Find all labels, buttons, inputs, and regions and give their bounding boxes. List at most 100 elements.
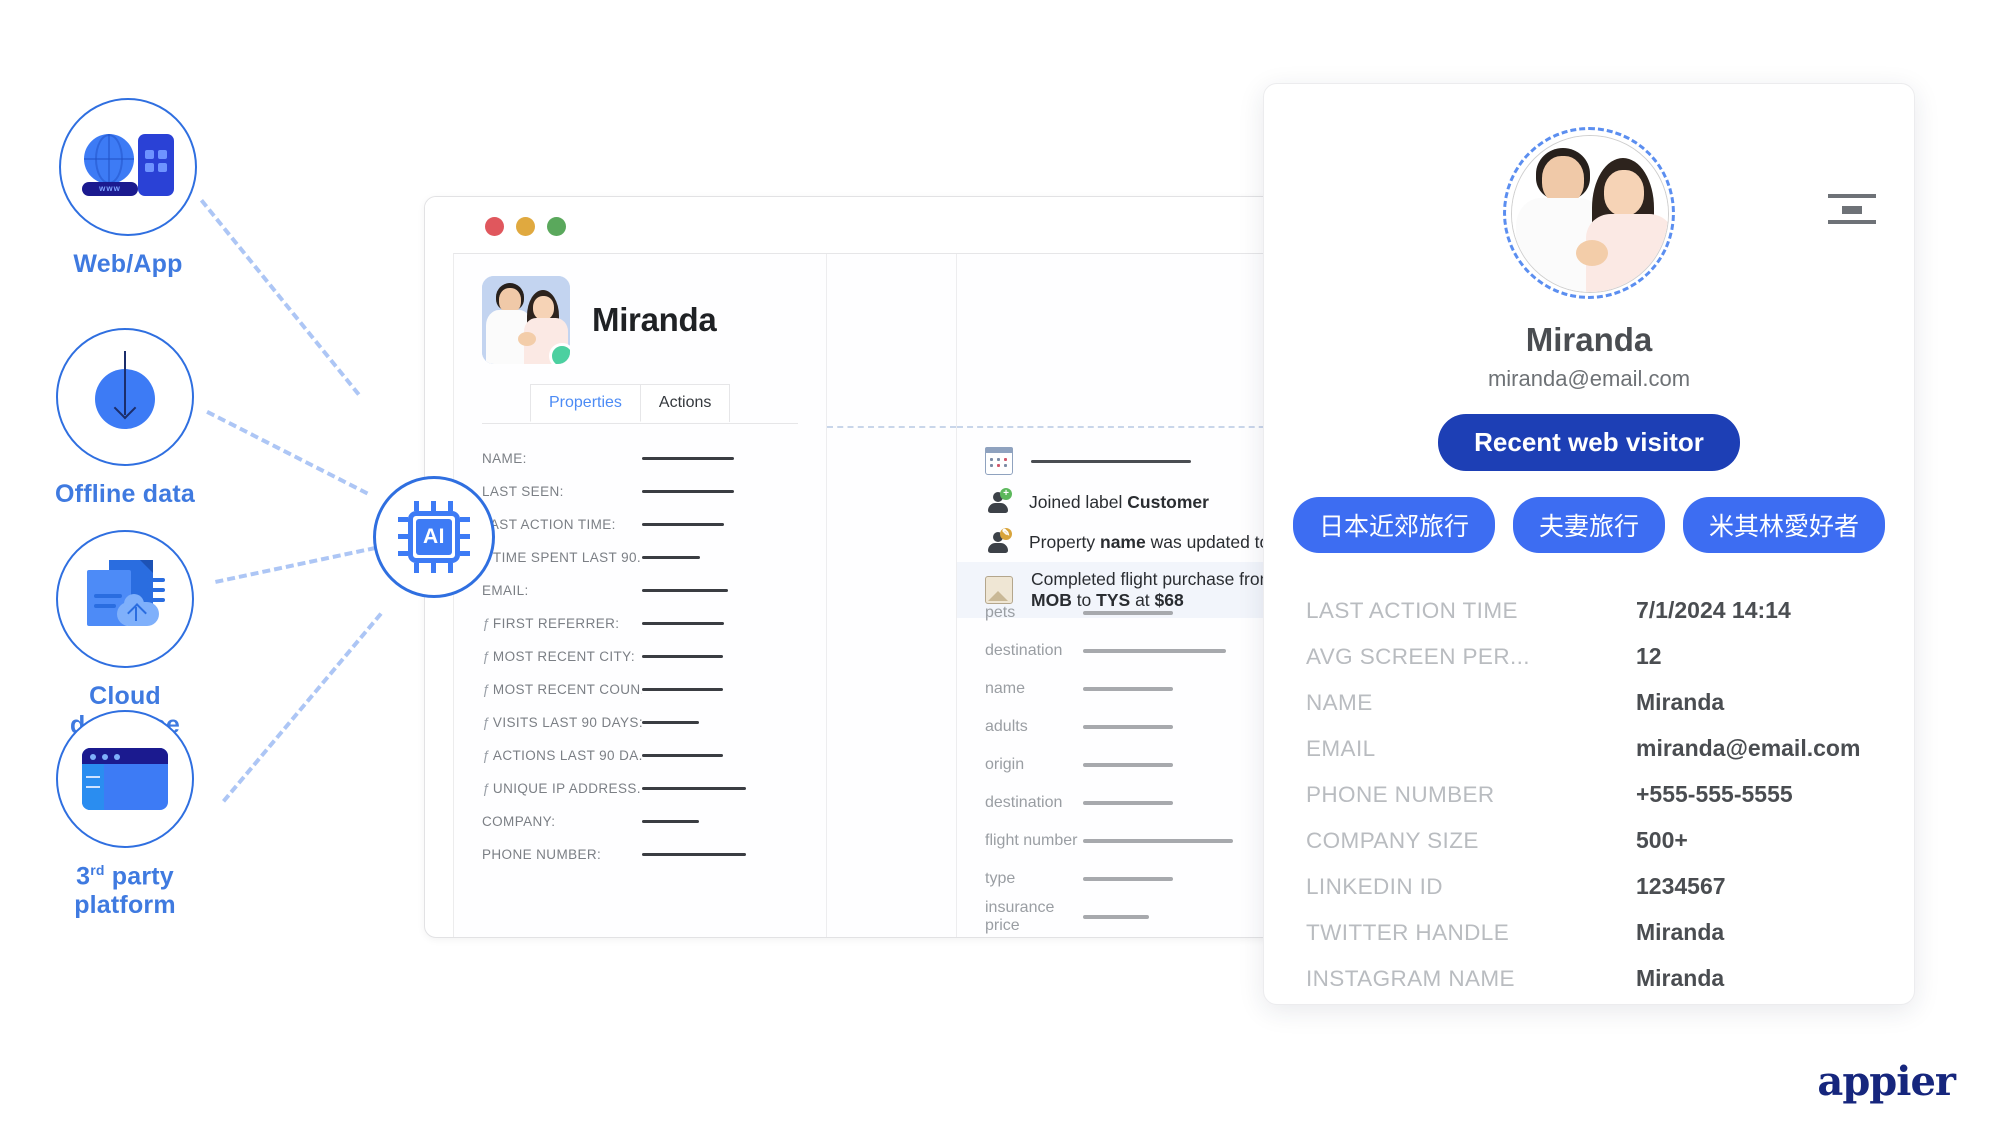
attribute-key: PHONE NUMBER: [1306, 782, 1495, 807]
source-web-app[interactable]: www Web/App: [18, 98, 238, 279]
property-row: ƒ FIRST REFERRER:: [482, 607, 808, 640]
source-cloud-database[interactable]: Cloud database: [15, 530, 235, 740]
tag-list: 日本近郊旅行 夫妻旅行 米其林愛好者: [1264, 497, 1914, 553]
activity-text: Property name was updated to: [1029, 531, 1270, 552]
attribute-value: 12: [1636, 643, 1662, 669]
detail-value-redacted: [1083, 763, 1173, 767]
property-key: LAST ACTION TIME:: [482, 517, 616, 532]
card-name: Miranda: [1525, 321, 1653, 358]
property-value-redacted: [642, 820, 699, 823]
property-value-redacted: [642, 622, 724, 625]
avatar: [482, 276, 570, 364]
property-value-redacted: [642, 523, 724, 526]
function-icon: ƒ: [482, 715, 490, 730]
property-value-redacted: [642, 787, 746, 790]
browser-viewport: Miranda Properties Actions NAME: LAST SE…: [453, 253, 1305, 937]
detail-value-redacted: [1083, 801, 1173, 805]
third-party-line1-rest: party: [104, 862, 174, 891]
avatar-image: [1511, 135, 1669, 293]
attribute-value: Miranda: [1636, 689, 1725, 715]
list-item[interactable]: + Joined label Customer: [957, 482, 1305, 522]
tab-actions[interactable]: Actions: [640, 384, 731, 422]
property-row: COMPANY:: [482, 805, 808, 838]
function-icon: ƒ: [482, 616, 490, 631]
property-row: ƒ MOST RECENT CITY:: [482, 640, 808, 673]
detail-row: type: [957, 860, 1293, 898]
attribute-value: 500+: [1636, 827, 1688, 853]
source-label-offline-data: Offline data: [55, 480, 195, 508]
profile-header: Miranda: [454, 254, 826, 364]
profile-card: Miranda miranda@email.com Recent web vis…: [1263, 83, 1915, 1005]
table-row: COMPANY SIZE 500+: [1306, 827, 1872, 873]
detail-value-redacted: [1083, 877, 1173, 881]
attribute-value: Miranda: [1636, 919, 1725, 945]
attribute-key: LAST ACTION TIME: [1306, 598, 1518, 623]
property-row: LAST SEEN:: [482, 475, 808, 508]
download-disc-icon: [83, 351, 167, 439]
detail-key: origin: [985, 755, 1025, 773]
property-key: ƒ MOST RECENT COUN...: [482, 682, 642, 697]
tag-item[interactable]: 米其林愛好者: [1683, 497, 1886, 553]
ai-chip-icon: AI: [398, 501, 470, 573]
activity-pane: + Joined label Customer ✎ Property name …: [957, 254, 1305, 937]
property-row: ƒ UNIQUE IP ADDRESS...: [482, 772, 808, 805]
window-minimize-button[interactable]: [516, 217, 535, 236]
attribute-value: +555-555-5555: [1636, 781, 1793, 807]
status-badge: [549, 343, 570, 364]
cloud-upload-document-icon: [83, 560, 167, 638]
detail-key: adults: [985, 717, 1028, 735]
hamburger-menu-icon[interactable]: [1828, 192, 1876, 226]
profile-properties-pane: Miranda Properties Actions NAME: LAST SE…: [454, 254, 827, 937]
property-value-redacted: [642, 754, 723, 757]
appier-logo: appier: [1817, 1058, 1956, 1105]
function-icon: ƒ: [482, 748, 490, 763]
detail-key: destination: [985, 641, 1063, 659]
detail-row: children: [957, 936, 1293, 937]
detail-field-list: pets destination name adults origin dest…: [957, 594, 1293, 937]
detail-row: pets: [957, 594, 1293, 632]
source-third-party[interactable]: 3rd party platform: [15, 710, 235, 920]
property-key: ƒ ACTIONS LAST 90 DA...: [482, 748, 642, 763]
property-key: COMPANY:: [482, 814, 556, 829]
third-party-line2: platform: [74, 891, 176, 920]
infographic-stage: www Web/App Offline data Cloud database: [0, 0, 2000, 1133]
detail-value-redacted: [1083, 611, 1173, 615]
function-icon: ƒ: [482, 682, 490, 697]
detail-row: name: [957, 670, 1293, 708]
property-row: ƒTIME SPENT LAST 90...: [482, 541, 808, 574]
detail-key: name: [985, 679, 1026, 697]
secondary-pane: [827, 254, 957, 937]
list-item[interactable]: ✎ Property name was updated to: [957, 522, 1305, 562]
tag-item[interactable]: 日本近郊旅行: [1292, 497, 1495, 553]
tab-properties[interactable]: Properties: [530, 384, 641, 422]
third-party-ordinal: rd: [90, 862, 105, 878]
property-key: EMAIL:: [482, 583, 529, 598]
recent-web-visitor-badge[interactable]: Recent web visitor: [1438, 414, 1740, 471]
detail-value-redacted: [1083, 839, 1233, 843]
property-key: PHONE NUMBER:: [482, 847, 602, 862]
source-label-third-party: 3rd party platform: [15, 862, 235, 920]
property-value-redacted: [642, 490, 734, 493]
browser-window: Miranda Properties Actions NAME: LAST SE…: [424, 196, 1306, 938]
table-row: LINKEDIN ID 1234567: [1306, 873, 1872, 919]
detail-row: destination: [957, 784, 1293, 822]
card-email: miranda@email.com: [1487, 366, 1691, 391]
window-maximize-button[interactable]: [547, 217, 566, 236]
property-key: ƒTIME SPENT LAST 90...: [482, 550, 642, 565]
detail-value-redacted: [1083, 649, 1226, 653]
attribute-key: LINKEDIN ID: [1306, 874, 1443, 899]
tag-item[interactable]: 夫妻旅行: [1512, 497, 1665, 553]
window-close-button[interactable]: [485, 217, 504, 236]
avatar: [1503, 127, 1675, 299]
list-item[interactable]: [957, 440, 1305, 482]
detail-key: flight number: [985, 831, 1078, 849]
attribute-key: INSTAGRAM NAME: [1306, 966, 1515, 991]
web-app-ring: www: [59, 98, 197, 236]
property-value-redacted: [642, 655, 723, 658]
property-row: ƒ ACTIONS LAST 90 DA...: [482, 739, 808, 772]
attribute-value: Miranda: [1636, 965, 1725, 991]
property-row: NAME:: [482, 442, 808, 475]
source-offline-data[interactable]: Offline data: [15, 328, 235, 509]
browser-titlebar: [425, 197, 1305, 252]
property-value-redacted: [642, 457, 734, 460]
